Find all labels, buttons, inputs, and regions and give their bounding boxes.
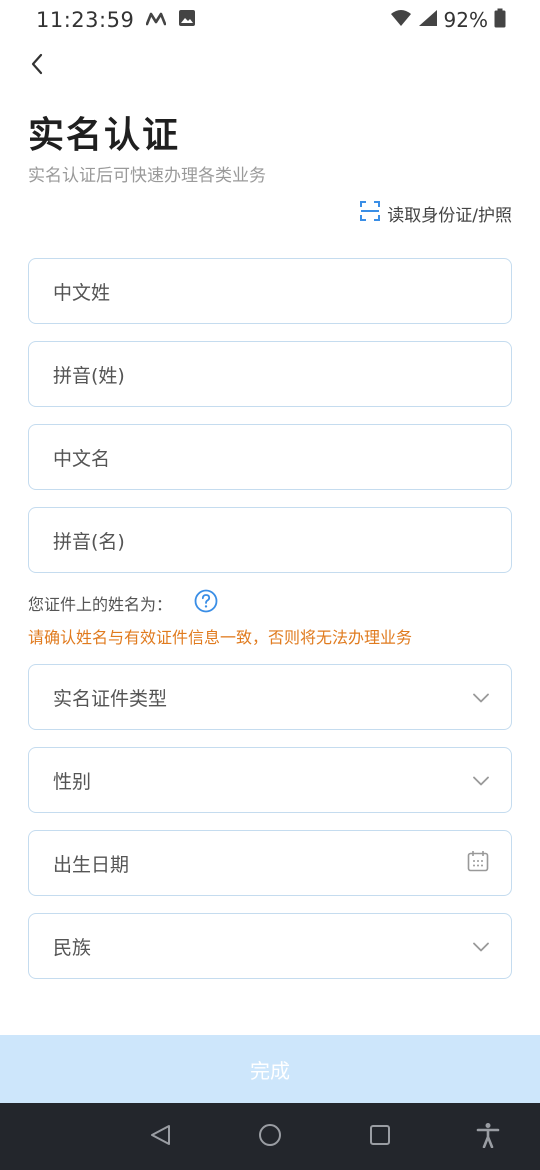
circle-home-icon <box>257 1122 283 1152</box>
page-title: 实名认证 <box>28 115 181 156</box>
birthdate-picker[interactable]: 出生日期 <box>28 830 512 896</box>
battery-percentage: 92% <box>443 8 488 32</box>
status-left: 11:23:59 <box>36 8 196 32</box>
nav-back-button[interactable] <box>147 1123 175 1151</box>
scan-icon <box>359 200 381 227</box>
status-time: 11:23:59 <box>36 8 135 32</box>
given-name-pinyin-placeholder: 拼音(名) <box>53 530 125 553</box>
nav-recents-button[interactable] <box>366 1123 394 1151</box>
page-subtitle: 实名认证后可快速办理各类业务 <box>28 166 266 186</box>
name-hint-label: 您证件上的姓名为： <box>28 595 173 614</box>
surname-pinyin-placeholder: 拼音(姓) <box>53 364 125 387</box>
read-id-passport-link[interactable]: 读取身份证/护照 <box>359 200 512 227</box>
back-button[interactable] <box>22 50 52 82</box>
battery-icon <box>494 8 506 32</box>
chevron-down-icon <box>473 771 489 790</box>
submit-button[interactable]: 完成 <box>0 1035 540 1103</box>
surname-cn-input[interactable]: 中文姓 <box>28 258 512 324</box>
read-id-passport-label: 读取身份证/护照 <box>387 206 512 226</box>
calendar-icon <box>467 850 489 876</box>
chevron-down-icon <box>473 688 489 707</box>
image-notification-icon <box>178 9 196 31</box>
gender-select[interactable]: 性别 <box>28 747 512 813</box>
system-navigation-bar <box>0 1103 540 1170</box>
ethnicity-placeholder: 民族 <box>53 936 92 959</box>
cellular-signal-icon <box>418 9 438 31</box>
real-name-verification-screen: 11:23:59 92% 实名认证 实名认证后可快速办理各类业务 读取身份证/护… <box>0 0 540 1170</box>
ethnicity-select[interactable]: 民族 <box>28 913 512 979</box>
notification-m-icon <box>146 11 167 30</box>
name-warning-text: 请确认姓名与有效证件信息一致，否则将无法办理业务 <box>28 628 413 647</box>
help-question-icon[interactable] <box>194 589 218 617</box>
triangle-back-icon <box>149 1123 173 1151</box>
chevron-left-icon <box>30 53 44 79</box>
id-type-placeholder: 实名证件类型 <box>53 687 168 710</box>
nav-accessibility-button[interactable] <box>474 1123 502 1151</box>
given-name-cn-placeholder: 中文名 <box>53 447 111 470</box>
nav-home-button[interactable] <box>256 1123 284 1151</box>
birthdate-placeholder: 出生日期 <box>53 853 130 876</box>
surname-cn-placeholder: 中文姓 <box>53 281 111 304</box>
given-name-cn-input[interactable]: 中文名 <box>28 424 512 490</box>
square-recents-icon <box>368 1123 392 1151</box>
status-right: 92% <box>390 8 506 32</box>
status-bar: 11:23:59 92% <box>0 0 540 40</box>
accessibility-icon <box>476 1122 500 1152</box>
chevron-down-icon <box>473 937 489 956</box>
surname-pinyin-input[interactable]: 拼音(姓) <box>28 341 512 407</box>
given-name-pinyin-input[interactable]: 拼音(名) <box>28 507 512 573</box>
wifi-icon <box>390 9 412 31</box>
name-hint-row: 您证件上的姓名为： <box>28 589 218 617</box>
id-type-select[interactable]: 实名证件类型 <box>28 664 512 730</box>
gender-placeholder: 性别 <box>53 770 92 793</box>
